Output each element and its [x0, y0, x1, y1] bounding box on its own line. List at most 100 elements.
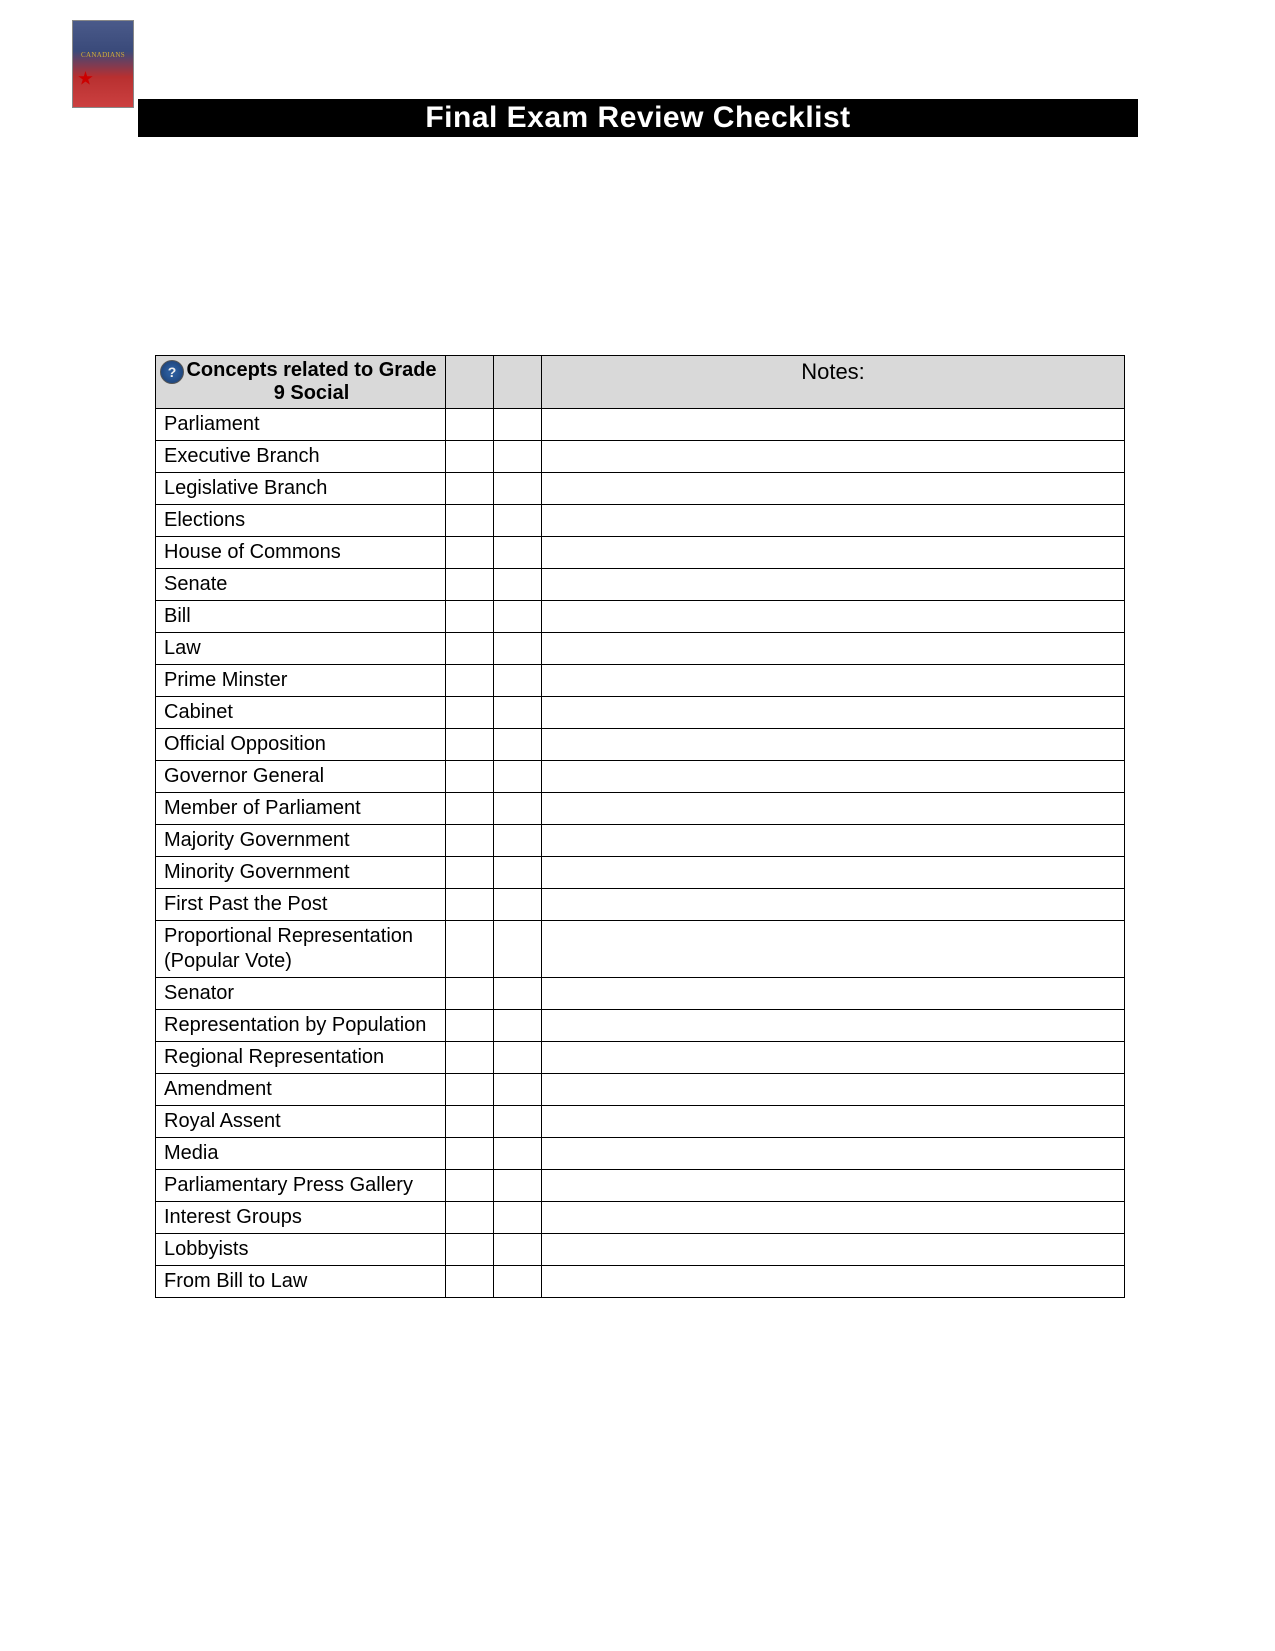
notes-cell: [542, 793, 1125, 825]
check-cell-2: [494, 633, 542, 665]
check-cell-2: [494, 729, 542, 761]
notes-cell: [542, 473, 1125, 505]
check-cell-1: [446, 537, 494, 569]
table-row: Amendment: [156, 1074, 1125, 1106]
notes-cell: [542, 1202, 1125, 1234]
concept-cell: Senator: [156, 978, 446, 1010]
check-cell-1: [446, 729, 494, 761]
table-row: Interest Groups: [156, 1202, 1125, 1234]
concept-cell: Lobbyists: [156, 1234, 446, 1266]
concept-cell: Cabinet: [156, 697, 446, 729]
table-row: Cabinet: [156, 697, 1125, 729]
table-row: Legislative Branch: [156, 473, 1125, 505]
table-row: Lobbyists: [156, 1234, 1125, 1266]
header-notes: Notes:: [542, 356, 1125, 409]
check-cell-1: [446, 697, 494, 729]
check-cell-1: [446, 409, 494, 441]
notes-cell: [542, 633, 1125, 665]
check-cell-1: [446, 1202, 494, 1234]
table-row: Governor General: [156, 761, 1125, 793]
check-cell-2: [494, 409, 542, 441]
concept-cell: Interest Groups: [156, 1202, 446, 1234]
checklist-table: Concepts related to Grade 9 Social Notes…: [155, 355, 1125, 1298]
notes-cell: [542, 1234, 1125, 1266]
check-cell-2: [494, 1170, 542, 1202]
concept-cell: Parliamentary Press Gallery: [156, 1170, 446, 1202]
concept-cell: Executive Branch: [156, 441, 446, 473]
concept-cell: Senate: [156, 569, 446, 601]
check-cell-2: [494, 441, 542, 473]
table-row: Official Opposition: [156, 729, 1125, 761]
check-cell-1: [446, 1234, 494, 1266]
notes-cell: [542, 729, 1125, 761]
header-concepts: Concepts related to Grade 9 Social: [156, 356, 446, 409]
concept-cell: Governor General: [156, 761, 446, 793]
concept-cell: First Past the Post: [156, 889, 446, 921]
concept-cell: Media: [156, 1138, 446, 1170]
concept-cell: Member of Parliament: [156, 793, 446, 825]
check-cell-1: [446, 1266, 494, 1298]
notes-cell: [542, 441, 1125, 473]
notes-cell: [542, 761, 1125, 793]
check-cell-1: [446, 857, 494, 889]
notes-cell: [542, 665, 1125, 697]
concept-cell: Law: [156, 633, 446, 665]
concept-cell: Regional Representation: [156, 1042, 446, 1074]
notes-cell: [542, 1010, 1125, 1042]
check-cell-2: [494, 505, 542, 537]
concept-cell: Representation by Population: [156, 1010, 446, 1042]
table-row: Member of Parliament: [156, 793, 1125, 825]
check-cell-1: [446, 921, 494, 978]
notes-cell: [542, 1042, 1125, 1074]
check-cell-2: [494, 1202, 542, 1234]
check-cell-1: [446, 601, 494, 633]
table-body: ParliamentExecutive BranchLegislative Br…: [156, 409, 1125, 1298]
check-cell-1: [446, 1042, 494, 1074]
table-row: Executive Branch: [156, 441, 1125, 473]
notes-cell: [542, 825, 1125, 857]
table-row: House of Commons: [156, 537, 1125, 569]
check-cell-2: [494, 978, 542, 1010]
table-row: Law: [156, 633, 1125, 665]
concept-cell: House of Commons: [156, 537, 446, 569]
check-cell-2: [494, 793, 542, 825]
question-icon: [160, 360, 184, 384]
notes-cell: [542, 921, 1125, 978]
notes-cell: [542, 1074, 1125, 1106]
check-cell-1: [446, 1138, 494, 1170]
check-cell-2: [494, 921, 542, 978]
concept-cell: Proportional Representation (Popular Vot…: [156, 921, 446, 978]
table-row: Elections: [156, 505, 1125, 537]
notes-cell: [542, 409, 1125, 441]
table-row: Minority Government: [156, 857, 1125, 889]
table-row: Representation by Population: [156, 1010, 1125, 1042]
check-cell-1: [446, 978, 494, 1010]
check-cell-1: [446, 1170, 494, 1202]
notes-cell: [542, 889, 1125, 921]
table-row: First Past the Post: [156, 889, 1125, 921]
check-cell-1: [446, 569, 494, 601]
table-row: From Bill to Law: [156, 1266, 1125, 1298]
check-cell-1: [446, 633, 494, 665]
concept-cell: Majority Government: [156, 825, 446, 857]
check-cell-2: [494, 569, 542, 601]
check-cell-1: [446, 665, 494, 697]
check-cell-2: [494, 1266, 542, 1298]
check-cell-2: [494, 889, 542, 921]
notes-cell: [542, 978, 1125, 1010]
check-cell-2: [494, 825, 542, 857]
table-row: Senator: [156, 978, 1125, 1010]
check-cell-2: [494, 537, 542, 569]
table-row: Media: [156, 1138, 1125, 1170]
table-row: Royal Assent: [156, 1106, 1125, 1138]
concept-cell: Amendment: [156, 1074, 446, 1106]
check-cell-2: [494, 665, 542, 697]
concept-cell: Elections: [156, 505, 446, 537]
table-row: Prime Minster: [156, 665, 1125, 697]
check-cell-1: [446, 1010, 494, 1042]
table-row: Parliamentary Press Gallery: [156, 1170, 1125, 1202]
check-cell-1: [446, 1106, 494, 1138]
table-row: Bill: [156, 601, 1125, 633]
check-cell-2: [494, 1042, 542, 1074]
concept-cell: Bill: [156, 601, 446, 633]
